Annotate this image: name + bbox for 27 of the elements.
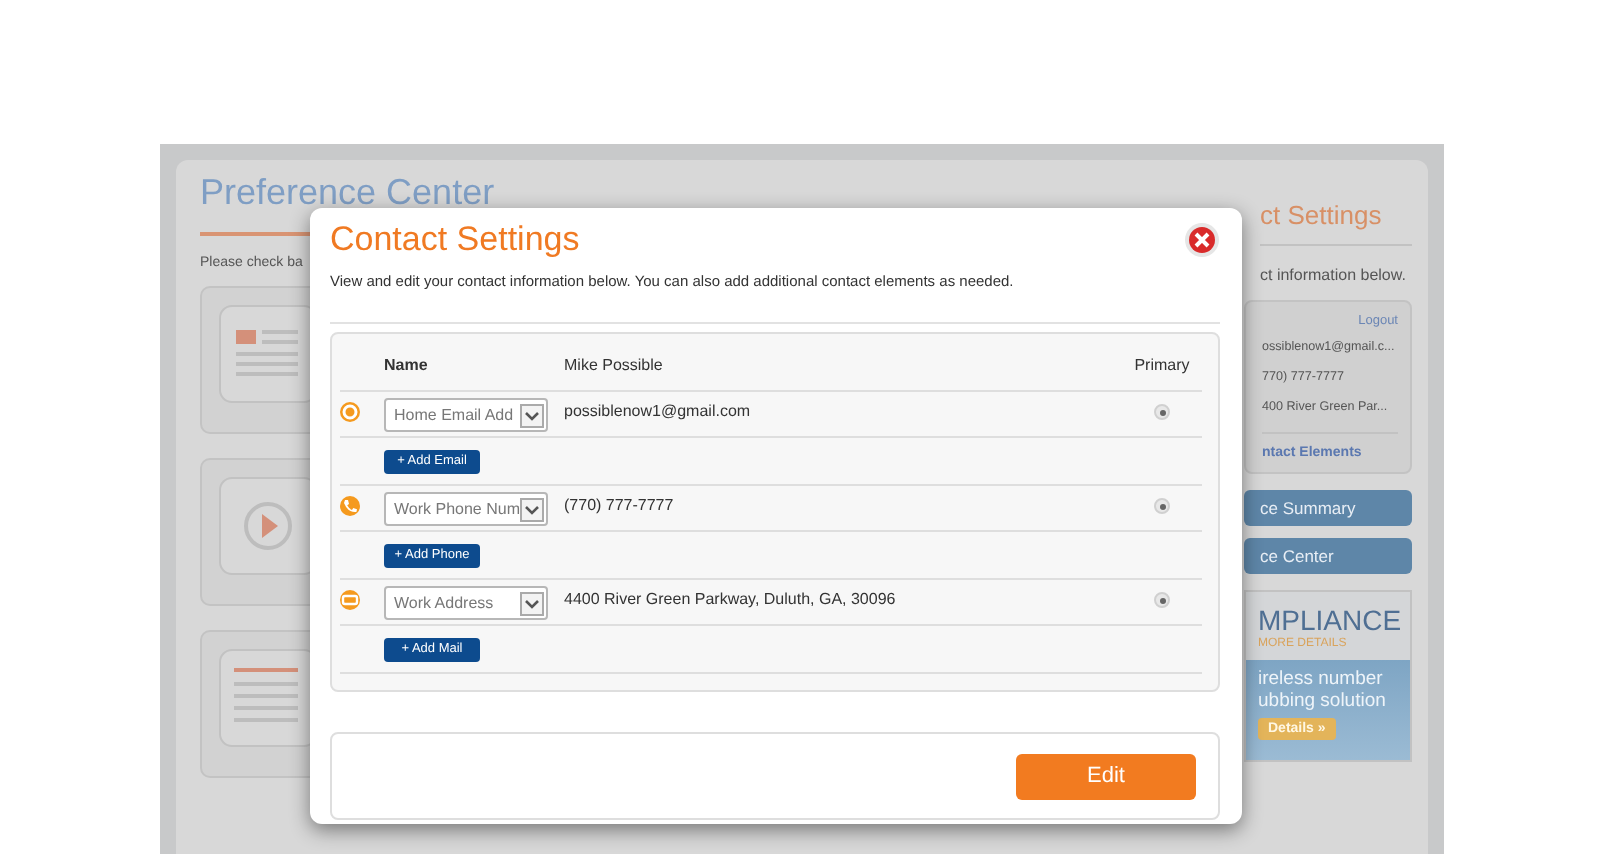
- section-title: ct Settings: [1258, 200, 1384, 232]
- ad-text: ubbing solution: [1258, 690, 1388, 712]
- column-header: Mike Possible: [564, 355, 665, 373]
- dialog-title: Contact Settings: [330, 220, 580, 260]
- type-dropdown[interactable]: Work Address: [384, 586, 548, 620]
- caret-icon: [520, 591, 544, 615]
- page-title: Preference Center: [200, 172, 497, 212]
- intro-text: ct information below.: [1258, 266, 1408, 284]
- caret-icon: [520, 403, 544, 427]
- column-header: Name: [384, 355, 430, 373]
- ad-text: ireless number: [1258, 668, 1385, 690]
- contact-value: 4400 River Green Parkway, Duluth, GA, 30096: [564, 588, 898, 608]
- nav-button[interactable]: ce Summary: [1244, 490, 1412, 526]
- close-icon[interactable]: [1184, 222, 1220, 258]
- nav-button[interactable]: ce Center: [1244, 538, 1412, 574]
- edit-button[interactable]: Edit: [1016, 753, 1196, 799]
- type-dropdown[interactable]: Home Email Add: [384, 398, 548, 432]
- primary-radio[interactable]: [1154, 498, 1170, 514]
- type-dropdown[interactable]: Work Phone Num: [384, 492, 548, 526]
- primary-radio[interactable]: [1154, 404, 1170, 420]
- ad-headline: MPLIANCE: [1258, 604, 1404, 636]
- contact-value: (770) 777-7777: [564, 494, 676, 514]
- column-header: Primary: [1134, 355, 1190, 373]
- contact-value: possiblenow1@gmail.com: [564, 400, 753, 420]
- phone-icon: [340, 496, 360, 516]
- primary-radio[interactable]: [1154, 592, 1170, 608]
- caret-icon: [520, 497, 544, 521]
